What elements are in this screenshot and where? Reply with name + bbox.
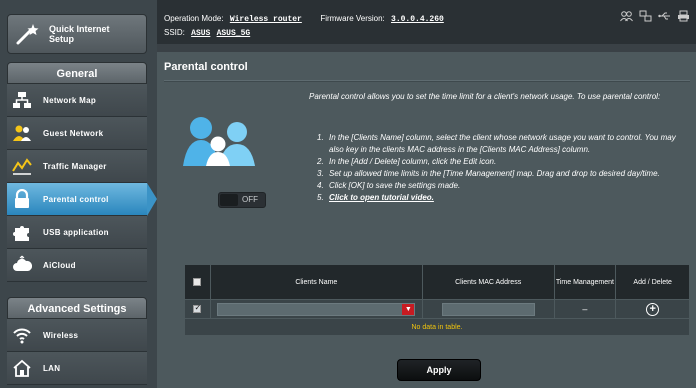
cloud-icon	[13, 255, 32, 271]
home-icon	[13, 359, 31, 377]
general-header: General	[7, 62, 147, 84]
lock-icon	[15, 189, 29, 208]
instruction-steps: 1. In the [Clients Name] column, select …	[317, 132, 689, 204]
general-menu: Network Map Guest Network Traffic Manage…	[7, 84, 157, 282]
network-map-icon	[13, 92, 31, 108]
sidebar-item-label: Network Map	[43, 95, 97, 105]
chevron-down-icon[interactable]: ▼	[402, 303, 415, 315]
parental-control-toggle[interactable]: OFF	[218, 192, 266, 208]
step-item: 3. Set up allowed time limits in the [Ti…	[317, 169, 660, 178]
puzzle-icon	[13, 226, 29, 241]
table-row: ▼ – +	[184, 299, 690, 319]
sidebar-item-label: LAN	[43, 363, 61, 373]
col-time-management: Time Management	[553, 264, 617, 300]
tutorial-video-link[interactable]: 5. Click to open tutorial video.	[317, 192, 689, 204]
add-icon[interactable]: +	[646, 302, 660, 316]
top-bar: Operation Mode: Wireless router Firmware…	[157, 0, 696, 44]
sidebar-item-network-map[interactable]: Network Map	[7, 84, 147, 117]
quick-setup-label-line2: Setup	[49, 34, 75, 44]
time-management-value: –	[582, 304, 588, 314]
toggle-state-label: OFF	[242, 195, 258, 204]
sidebar-item-label: Parental control	[43, 194, 109, 204]
printer-icon[interactable]	[677, 10, 690, 22]
users-icon[interactable]	[620, 10, 633, 22]
sidebar-item-label: AiCloud	[43, 260, 76, 270]
main-panel: Parental control OFF Parental control al…	[157, 52, 696, 388]
ssid-link[interactable]: ASUS	[191, 29, 210, 38]
sidebar-item-lan[interactable]: LAN	[7, 352, 147, 385]
table-header-row: Clients Name Clients MAC Address Time Ma…	[184, 264, 690, 300]
row-checkbox[interactable]	[193, 303, 202, 313]
step-item: 1. In the [Clients Name] column, select …	[317, 133, 676, 154]
operation-mode-label: Operation Mode:	[164, 14, 224, 23]
description: Parental control allows you to set the t…	[309, 92, 661, 101]
wifi-icon	[13, 328, 31, 344]
traffic-manager-icon	[12, 158, 32, 175]
select-all-checkbox[interactable]	[193, 278, 202, 286]
sidebar-item-usb-application[interactable]: USB application	[7, 216, 147, 249]
sidebar-item-aicloud[interactable]: AiCloud	[7, 249, 147, 282]
guest-network-icon	[13, 125, 31, 141]
sidebar-item-wireless[interactable]: Wireless	[7, 319, 147, 352]
step-item: 4. Click [OK] to save the settings made.	[317, 181, 461, 190]
advanced-menu: Wireless LAN	[7, 319, 147, 385]
status-icons	[620, 10, 690, 22]
step-item: 2. In the [Add / Delete] column, click t…	[317, 157, 497, 166]
empty-message: No data in table.	[184, 318, 690, 336]
sidebar-item-parental-control[interactable]: Parental control	[7, 183, 157, 216]
usb-icon[interactable]	[658, 10, 671, 22]
firmware-label: Firmware Version:	[320, 14, 385, 23]
apply-button[interactable]: Apply	[397, 359, 481, 381]
col-add-delete: Add / Delete	[615, 264, 690, 300]
col-clients-name: Clients Name	[209, 264, 423, 300]
page-title: Parental control	[164, 61, 248, 73]
sidebar-item-label: Traffic Manager	[43, 161, 107, 171]
operation-mode-link[interactable]: Wireless router	[230, 15, 302, 24]
sidebar: Quick Internet Setup General Network Map…	[0, 0, 157, 388]
client-table: Clients Name Clients MAC Address Time Ma…	[184, 264, 690, 336]
network-icon[interactable]	[639, 10, 652, 22]
clients-name-dropdown[interactable]: ▼	[217, 302, 416, 316]
sidebar-item-label: Wireless	[43, 330, 79, 340]
sidebar-item-label: USB application	[43, 227, 109, 237]
mac-address-input[interactable]	[441, 302, 535, 316]
advanced-settings-header: Advanced Settings	[7, 297, 147, 319]
empty-row: No data in table.	[184, 318, 690, 336]
quick-setup-label-line1: Quick Internet	[49, 24, 110, 34]
sidebar-item-traffic-manager[interactable]: Traffic Manager	[7, 150, 147, 183]
parental-family-icon	[183, 117, 255, 166]
col-clients-mac: Clients MAC Address	[421, 264, 555, 300]
sidebar-item-label: Guest Network	[43, 128, 104, 138]
wand-icon	[16, 24, 39, 45]
divider	[164, 80, 690, 82]
firmware-version-link[interactable]: 3.0.0.4.260	[391, 15, 444, 24]
toggle-knob	[220, 194, 238, 206]
ssid-link[interactable]: ASUS_5G	[217, 29, 251, 38]
quick-internet-setup-button[interactable]: Quick Internet Setup	[7, 14, 147, 54]
ssid-label: SSID:	[164, 28, 185, 37]
sidebar-item-guest-network[interactable]: Guest Network	[7, 117, 147, 150]
